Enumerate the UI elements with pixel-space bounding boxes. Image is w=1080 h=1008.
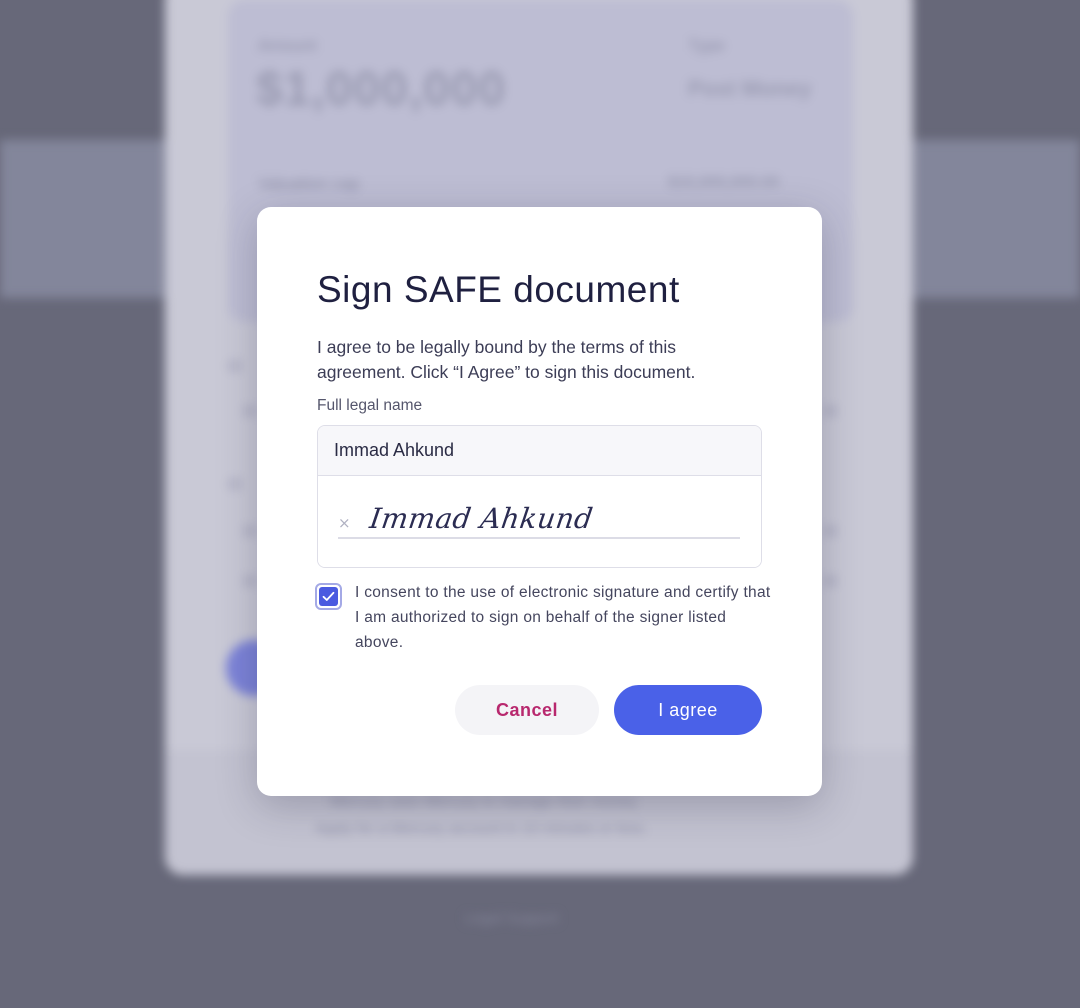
- modal-title: Sign SAFE document: [317, 269, 680, 310]
- amount-value: $1,000,000: [256, 63, 507, 116]
- close-icon[interactable]: ×: [338, 514, 351, 532]
- amount-label: Amount: [258, 36, 317, 55]
- checkbox-fill: [319, 587, 338, 606]
- full-name-input[interactable]: [318, 426, 761, 476]
- consent-text: I consent to the use of electronic signa…: [355, 584, 771, 651]
- footer-link-text: Apply for a Mercury account in 10 minute…: [315, 820, 648, 837]
- background-text-fragment: [243, 405, 257, 417]
- sign-document-modal: Sign SAFE document I agree to be legally…: [257, 207, 822, 796]
- check-icon: [322, 591, 335, 601]
- footer-links: Legal Support: [465, 910, 559, 927]
- background-text-fragment: [228, 360, 242, 372]
- agree-button[interactable]: I agree: [614, 685, 762, 735]
- background-text-fragment: [823, 405, 837, 417]
- consent-checkbox[interactable]: [315, 583, 342, 610]
- background-text-fragment: [243, 575, 257, 587]
- valuation-label: Valuation cap: [258, 174, 360, 193]
- signature-field: × Immad Ahkund: [317, 425, 762, 568]
- cancel-button[interactable]: Cancel: [455, 685, 599, 735]
- background-text-fragment: [823, 575, 837, 587]
- modal-description: I agree to be legally bound by the terms…: [317, 337, 696, 382]
- valuation-value: $10,000,000.00: [668, 174, 780, 191]
- type-label: Type: [688, 36, 725, 55]
- signature-line: [338, 537, 740, 539]
- background-text-fragment: [823, 525, 837, 537]
- full-name-label: Full legal name: [317, 397, 423, 414]
- background-text-fragment: [228, 478, 242, 490]
- background-text-fragment: [243, 525, 257, 537]
- signature-pad[interactable]: × Immad Ahkund: [318, 476, 761, 567]
- signature-preview: Immad Ahkund: [367, 502, 596, 535]
- type-value: Post Money: [688, 76, 812, 101]
